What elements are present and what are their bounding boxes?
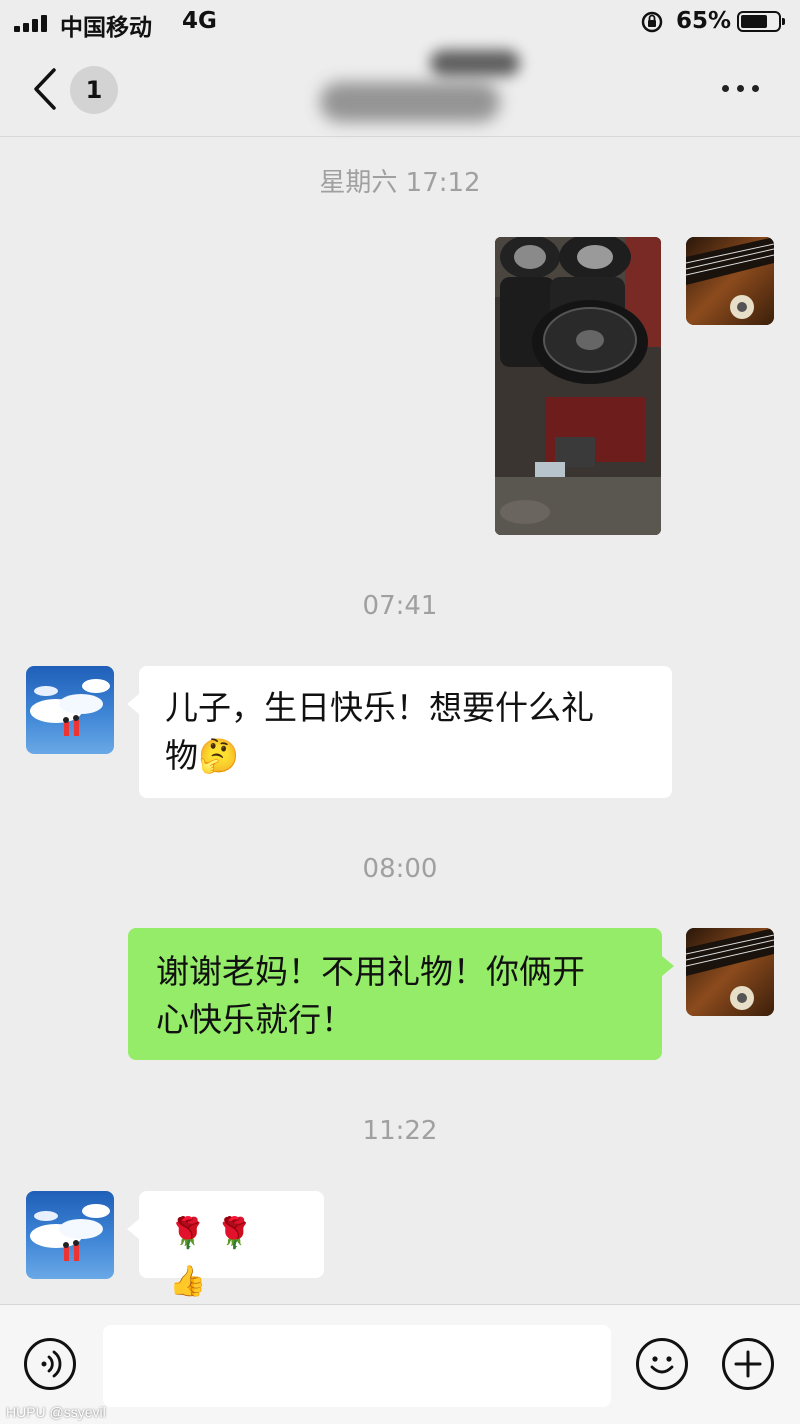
battery-percentage: 65% bbox=[676, 8, 732, 34]
message-text: 儿子，生日快乐！想要什么礼 bbox=[165, 688, 594, 727]
unread-count-badge[interactable]: 1 bbox=[70, 66, 118, 114]
chat-bubble-sent[interactable]: 谢谢老妈！不用礼物！你俩开 心快乐就行！ bbox=[128, 928, 674, 1060]
input-bar bbox=[0, 1304, 800, 1424]
message-timestamp: 07:41 bbox=[362, 591, 438, 621]
chat-bubble-received[interactable]: 儿子，生日快乐！想要什么礼 物🤔 bbox=[127, 666, 672, 798]
message-text: 谢谢老妈！不用礼物！你俩开 bbox=[156, 952, 585, 991]
status-bar: 中国移动 4G 65% bbox=[0, 0, 800, 44]
emoji-button[interactable] bbox=[636, 1338, 688, 1390]
more-functions-button[interactable] bbox=[722, 1338, 774, 1390]
emoji-icon bbox=[650, 1356, 674, 1374]
plus-icon bbox=[734, 1350, 762, 1378]
chat-header: 1 bbox=[0, 44, 800, 137]
orientation-lock-icon bbox=[641, 11, 663, 33]
message-emoji-text: 🌹 🌹 👍 bbox=[169, 1216, 254, 1299]
message-text: 物🤔 bbox=[165, 736, 240, 775]
message-timestamp: 11:22 bbox=[362, 1116, 438, 1146]
my-avatar[interactable] bbox=[686, 928, 774, 1016]
message-input[interactable] bbox=[103, 1325, 611, 1407]
message-text: 心快乐就行！ bbox=[156, 1000, 354, 1039]
chat-title-redacted bbox=[320, 44, 520, 132]
message-timestamp: 08:00 bbox=[362, 854, 438, 884]
back-chevron-icon[interactable] bbox=[30, 66, 60, 112]
chat-bubble-received[interactable]: 🌹 🌹 👍 bbox=[127, 1191, 324, 1299]
contact-avatar[interactable] bbox=[26, 1191, 114, 1279]
battery-icon bbox=[737, 11, 785, 32]
watermark-text: HUPU @ssyevil bbox=[6, 1404, 106, 1420]
image-message-tires[interactable] bbox=[495, 237, 661, 535]
signal-icon bbox=[14, 14, 52, 32]
network-type: 4G bbox=[182, 8, 217, 34]
voice-input-button[interactable] bbox=[24, 1338, 76, 1390]
voice-icon bbox=[41, 1350, 62, 1378]
more-options-icon[interactable] bbox=[718, 76, 764, 100]
contact-avatar[interactable] bbox=[26, 666, 114, 754]
my-avatar[interactable] bbox=[686, 237, 774, 325]
message-timestamp: 星期六 17:12 bbox=[319, 168, 481, 198]
carrier-name: 中国移动 bbox=[60, 15, 152, 41]
